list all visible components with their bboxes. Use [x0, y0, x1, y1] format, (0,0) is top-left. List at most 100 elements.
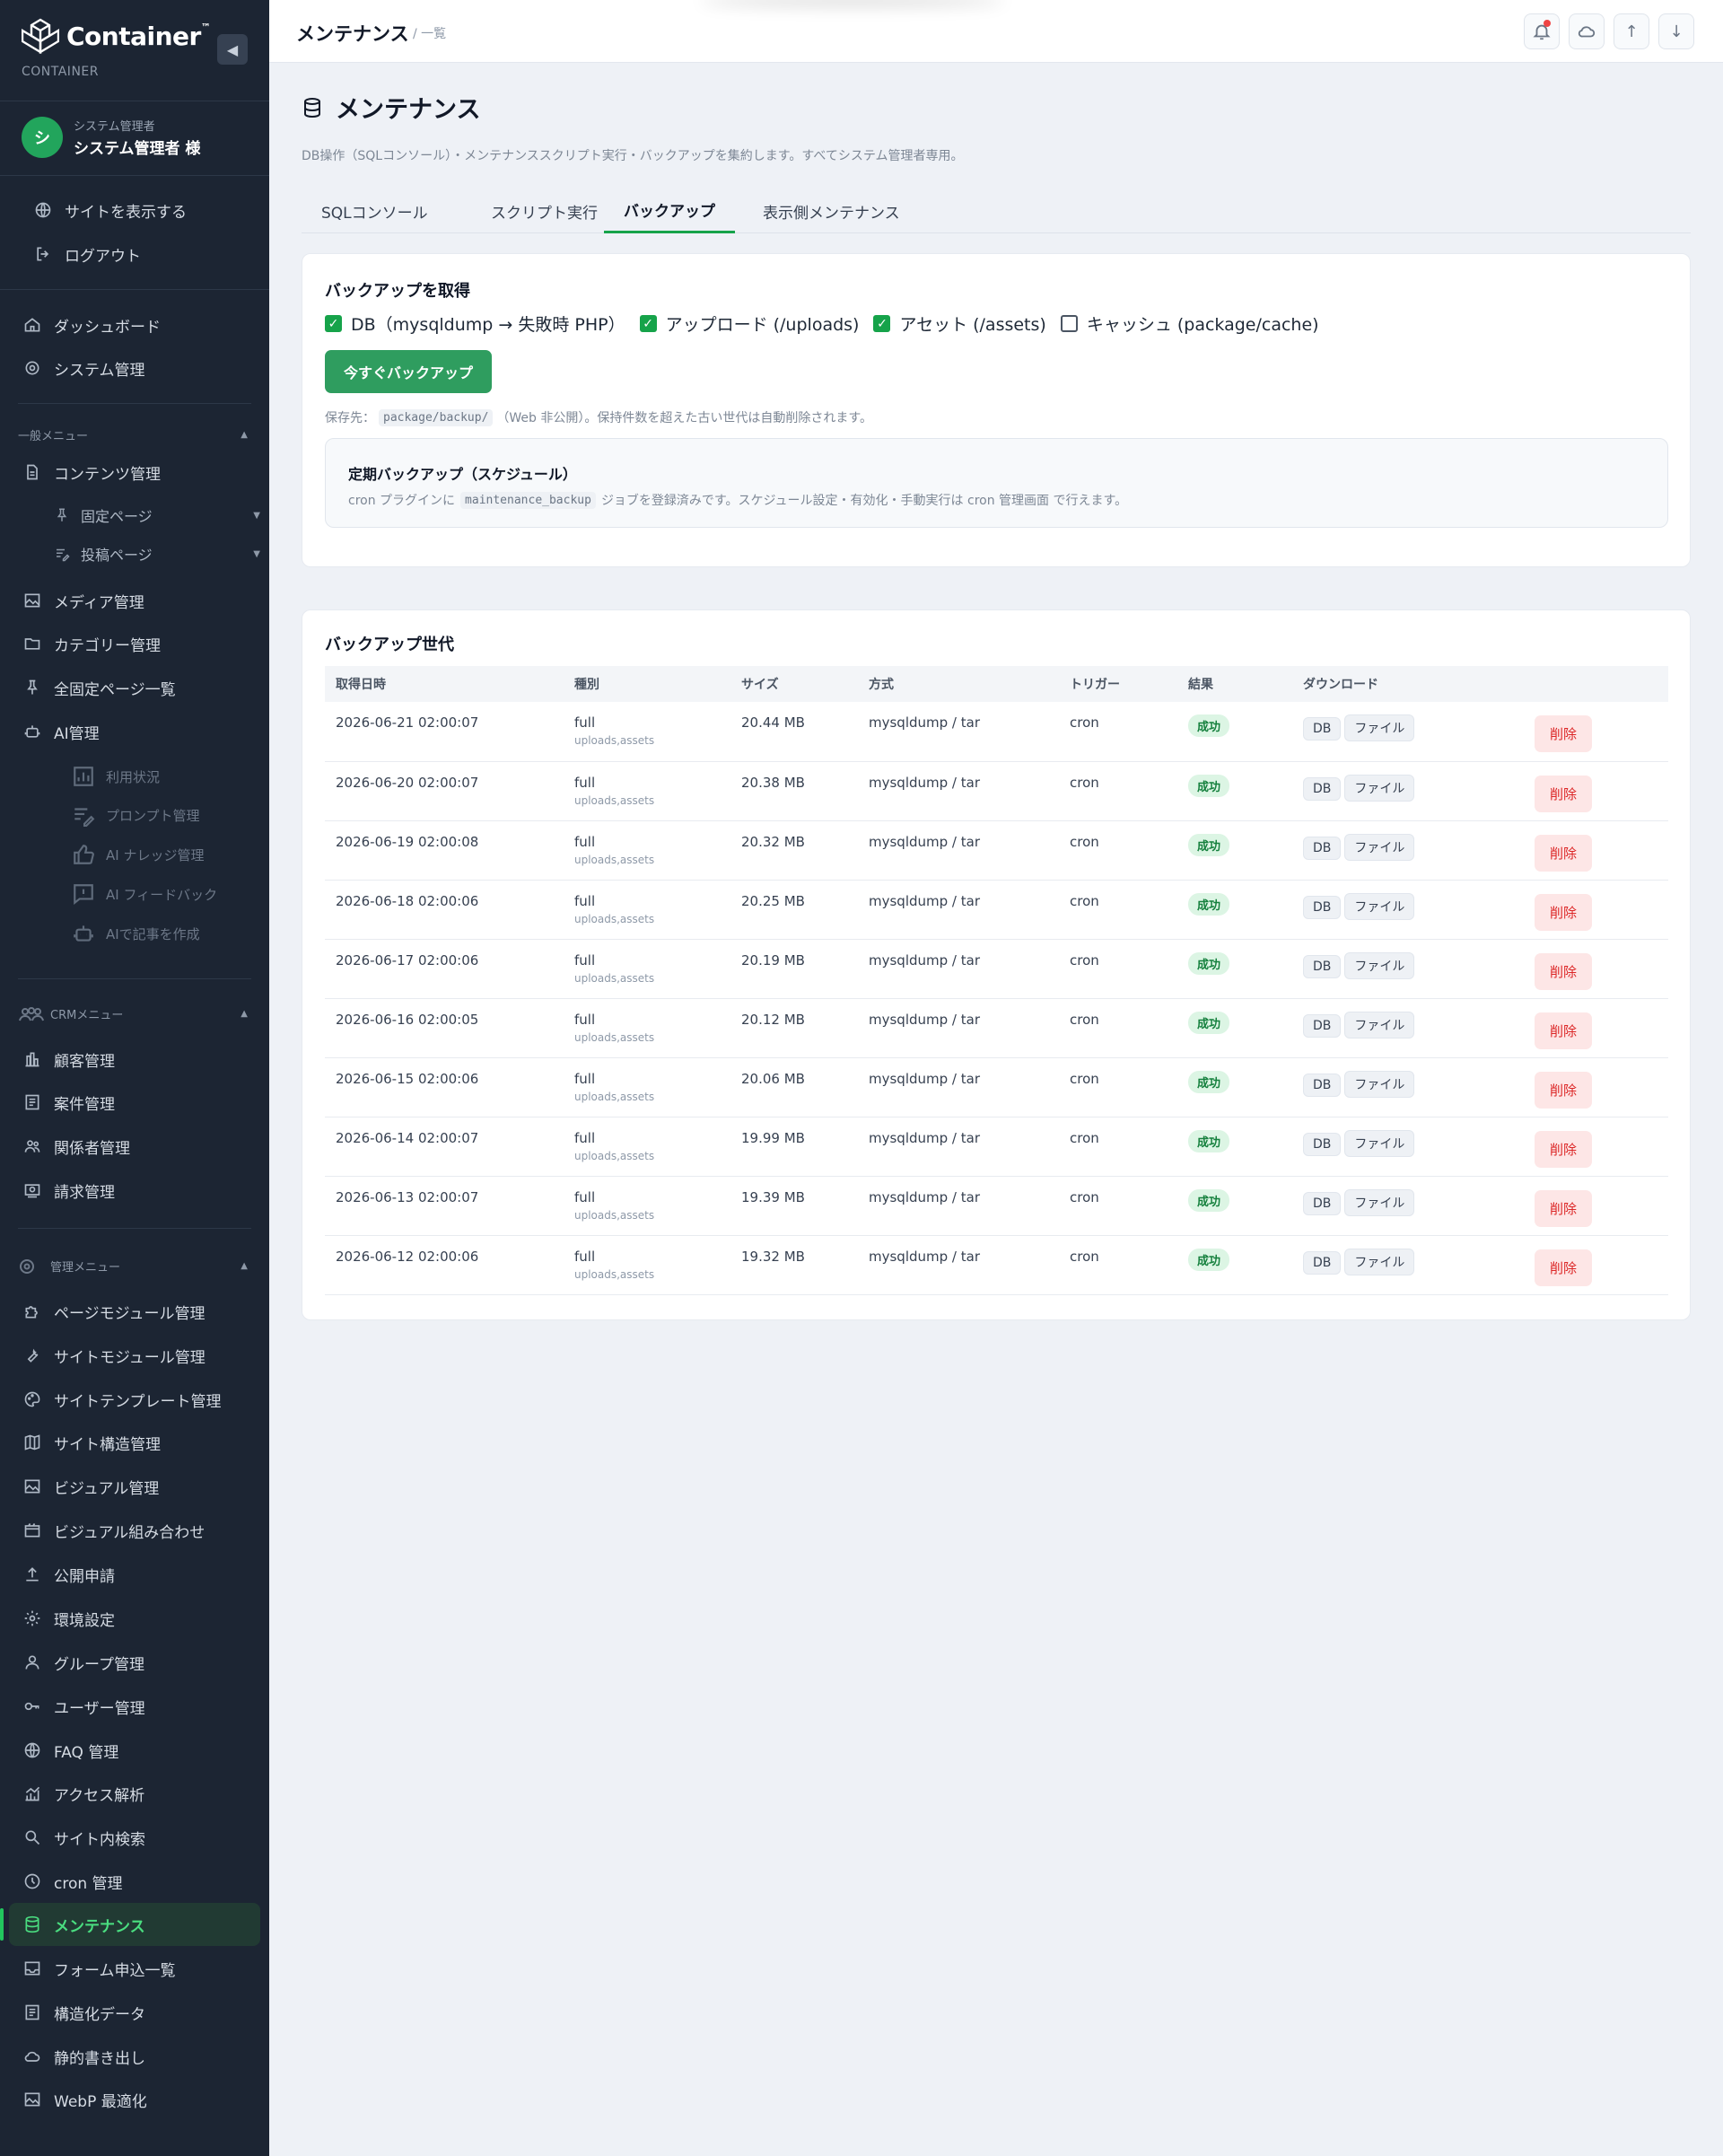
tab-sql-console[interactable]: SQLコンソール [302, 188, 448, 233]
sidebar-collapse-button[interactable]: ◀ [217, 34, 248, 65]
backup-now-button[interactable]: 今すぐバックアップ [325, 350, 492, 393]
cell-type: full uploads,assets [564, 1235, 730, 1295]
sidebar-item-users[interactable]: ユーザー管理 [23, 1693, 145, 1720]
sidebar-item-site-modules[interactable]: サイトモジュール管理 [23, 1342, 206, 1369]
type-text: full [574, 1188, 596, 1205]
delete-button[interactable]: 削除 [1535, 1071, 1593, 1109]
sidebar-item-visuals[interactable]: ビジュアル管理 [23, 1473, 159, 1500]
sidebar-item-ai-prompts[interactable]: プロンプト管理 [72, 802, 200, 828]
download-file-button[interactable]: ファイル [1344, 833, 1415, 861]
delete-button[interactable]: 削除 [1535, 952, 1593, 990]
breadcrumb[interactable]: / 一覧 [413, 24, 446, 42]
option-db-checkbox[interactable]: ✓ DB（mysqldump → 失敗時 PHP） [325, 311, 625, 336]
delete-button[interactable]: 削除 [1535, 1012, 1593, 1049]
sidebar-item-customers[interactable]: 顧客管理 [23, 1046, 115, 1073]
delete-button[interactable]: 削除 [1535, 1249, 1593, 1286]
sidebar-item-visual-combos[interactable]: ビジュアル組み合わせ [23, 1517, 205, 1544]
gear-icon [24, 1610, 40, 1626]
cloud-button[interactable] [1569, 13, 1605, 49]
sidebar-item-webp[interactable]: WebP 最適化 [23, 2086, 147, 2113]
sidebar-item-publish-requests[interactable]: 公開申請 [23, 1561, 115, 1588]
sidebar-item-categories[interactable]: カテゴリー管理 [23, 630, 161, 657]
download-db-button[interactable]: DB [1303, 836, 1342, 860]
option-cache-checkbox[interactable]: キャッシュ (package/cache) [1060, 311, 1319, 336]
delete-button[interactable]: 削除 [1535, 715, 1593, 752]
sidebar-item-media[interactable]: メディア管理 [23, 587, 144, 614]
sidebar-item-ai-usage[interactable]: 利用状況 [72, 764, 160, 789]
tab-backup[interactable]: バックアップ [604, 188, 735, 233]
download-db-button[interactable]: DB [1303, 1013, 1342, 1038]
option-assets-checkbox[interactable]: ✓ アセット (/assets) [873, 311, 1046, 336]
sidebar-item-view-site[interactable]: サイトを表示する [34, 197, 187, 223]
download-file-button[interactable]: ファイル [1344, 1011, 1415, 1039]
sidebar-item-system[interactable]: システム管理 [23, 355, 145, 381]
sidebar-item-posts[interactable]: 投稿ページ ▼ [54, 541, 260, 566]
sidebar-item-form-submissions[interactable]: フォーム申込一覧 [23, 1955, 176, 1982]
sidebar-item-fixed-page[interactable]: 固定ページ ▼ [54, 503, 260, 528]
sidebar-item-cron[interactable]: cron 管理 [23, 1868, 123, 1895]
page-description: DB操作（SQLコンソール）・メンテナンススクリプト実行・バックアップを集約しま… [302, 149, 964, 163]
sidebar-item-faq[interactable]: FAQ 管理 [23, 1737, 118, 1764]
sidebar-item-site-search[interactable]: サイト内検索 [23, 1824, 145, 1851]
download-db-button[interactable]: DB [1303, 776, 1342, 801]
cell-datetime: 2026-06-12 02:00:06 [325, 1235, 564, 1295]
delete-button[interactable]: 削除 [1535, 893, 1593, 931]
sidebar-item-static-export[interactable]: 静的書き出し [23, 2043, 145, 2070]
sidebar-item-contents[interactable]: コンテンツ管理 [23, 459, 161, 486]
option-uploads-checkbox[interactable]: ✓ アップロード (/uploads) [639, 311, 859, 336]
download-db-button[interactable]: DB [1303, 1250, 1342, 1275]
download-db-button[interactable]: DB [1303, 895, 1342, 919]
sidebar-item-dashboard[interactable]: ダッシュボード [23, 311, 161, 338]
sidebar-item-ai-article[interactable]: AIで記事を作成 [72, 921, 200, 946]
section-general[interactable]: 一般メニュー ▲ [18, 426, 248, 443]
sidebar-item-logout[interactable]: ログアウト [34, 241, 141, 267]
sidebar-item-groups[interactable]: グループ管理 [23, 1649, 144, 1676]
section-crm[interactable]: CRMメニュー ▲ [18, 1005, 248, 1022]
schedule-job: maintenance_backup [460, 491, 596, 509]
sidebar-item-ai-feedback[interactable]: AI フィードバック [72, 881, 217, 907]
delete-button[interactable]: 削除 [1535, 775, 1593, 812]
download-file-button[interactable]: ファイル [1344, 1070, 1415, 1098]
sidebar-item-invoices[interactable]: 請求管理 [23, 1177, 115, 1204]
sidebar-item-structured-data[interactable]: 構造化データ [23, 1999, 145, 2026]
download-file-button[interactable]: ファイル [1344, 1129, 1415, 1157]
download-file-button[interactable]: ファイル [1344, 951, 1415, 979]
sidebar-item-ai-knowledge[interactable]: AI ナレッジ管理 [72, 842, 204, 867]
sidebar-item-maintenance[interactable]: メンテナンス [23, 1911, 145, 1938]
column-header [1524, 666, 1668, 702]
download-db-button[interactable]: DB [1303, 954, 1342, 978]
cell-result: 成功 [1177, 1057, 1292, 1117]
section-admin[interactable]: 管理メニュー ▲ [18, 1258, 248, 1275]
download-file-button[interactable]: ファイル [1344, 714, 1415, 741]
sidebar-item-stakeholders[interactable]: 関係者管理 [23, 1133, 130, 1160]
download-db-button[interactable]: DB [1303, 1191, 1342, 1215]
targets-text: uploads,assets [574, 793, 655, 807]
tab-script-run[interactable]: スクリプト実行 [471, 188, 617, 233]
scroll-up-button[interactable]: ↑ [1614, 13, 1649, 49]
download-file-button[interactable]: ファイル [1344, 1248, 1415, 1275]
notifications-button[interactable] [1524, 13, 1560, 49]
building-icon [25, 1052, 39, 1067]
sidebar-item-site-structure[interactable]: サイト構造管理 [23, 1429, 161, 1456]
sidebar-item-environment[interactable]: 環境設定 [23, 1605, 115, 1632]
download-file-button[interactable]: ファイル [1344, 892, 1415, 920]
cell-datetime: 2026-06-21 02:00:07 [325, 702, 564, 762]
tab-frontend-maintenance[interactable]: 表示側メンテナンス [743, 188, 920, 233]
delete-button[interactable]: 削除 [1535, 834, 1593, 872]
scroll-down-button[interactable]: ↓ [1658, 13, 1694, 49]
brand[interactable]: Container™ [22, 16, 211, 56]
download-db-button[interactable]: DB [1303, 1073, 1342, 1097]
download-db-button[interactable]: DB [1303, 717, 1342, 741]
sidebar-item-ai[interactable]: AI管理 [23, 718, 100, 745]
download-db-button[interactable]: DB [1303, 1132, 1342, 1156]
sidebar-item-all-fixed-pages[interactable]: 全固定ページ一覧 [23, 674, 176, 701]
chart-icon [74, 767, 93, 786]
sidebar-item-analytics[interactable]: アクセス解析 [23, 1780, 144, 1807]
sidebar-item-page-modules[interactable]: ページモジュール管理 [23, 1298, 205, 1325]
sidebar-item-site-templates[interactable]: サイトテンプレート管理 [23, 1386, 222, 1413]
sidebar-item-deals[interactable]: 案件管理 [23, 1089, 115, 1116]
download-file-button[interactable]: ファイル [1344, 774, 1415, 802]
delete-button[interactable]: 削除 [1535, 1130, 1593, 1168]
download-file-button[interactable]: ファイル [1344, 1188, 1415, 1216]
delete-button[interactable]: 削除 [1535, 1189, 1593, 1227]
